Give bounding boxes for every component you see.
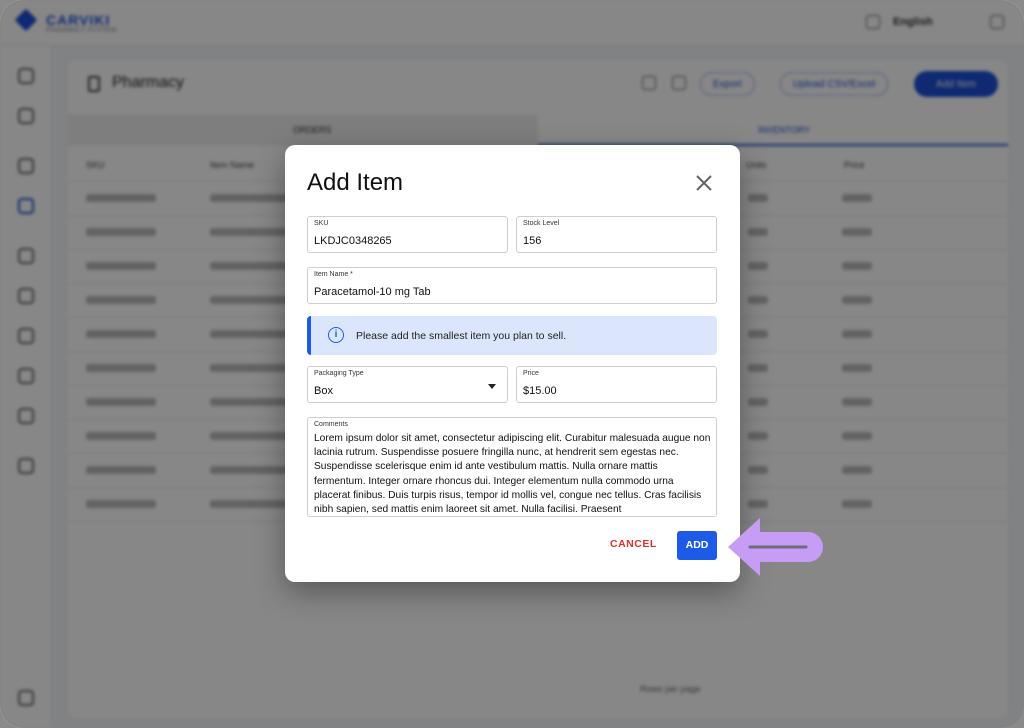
close-button[interactable]	[690, 169, 718, 197]
sku-field[interactable]: SKU LKDJC0348265	[307, 216, 508, 253]
info-message: Please add the smallest item you plan to…	[356, 330, 567, 342]
stock-level-value: 156	[523, 235, 542, 247]
packaging-type-value: Box	[314, 385, 333, 397]
add-item-dialog: Add Item SKU LKDJC0348265 Stock Level 15…	[285, 145, 740, 582]
dialog-title: Add Item	[307, 169, 404, 196]
item-name-label: Item Name *	[314, 271, 353, 278]
highlight-arrow-icon	[728, 518, 823, 576]
price-field[interactable]: Price $15.00	[516, 366, 717, 403]
packaging-type-select[interactable]: Packaging Type Box	[307, 366, 508, 403]
info-icon: i	[328, 327, 344, 343]
item-name-value: Paracetamol-10 mg Tab	[314, 286, 431, 298]
sku-value: LKDJC0348265	[314, 235, 392, 247]
add-button[interactable]: ADD	[677, 531, 717, 560]
comments-label: Comments	[314, 421, 348, 428]
price-label: Price	[523, 370, 539, 377]
app-window: CARVIKI PHARMACY SYSTEM English Pharmacy…	[0, 0, 1024, 728]
price-value: $15.00	[523, 385, 557, 397]
stock-level-label: Stock Level	[523, 220, 560, 227]
info-banner: i Please add the smallest item you plan …	[307, 316, 717, 355]
packaging-type-label: Packaging Type	[314, 370, 364, 377]
comments-field[interactable]: Comments Lorem ipsum dolor sit amet, con…	[307, 417, 717, 517]
sku-label: SKU	[314, 220, 329, 227]
cancel-button[interactable]: CANCEL	[610, 538, 657, 550]
item-name-field[interactable]: Item Name * Paracetamol-10 mg Tab	[307, 267, 717, 304]
comments-value: Lorem ipsum dolor sit amet, consectetur …	[314, 433, 711, 516]
stock-level-field[interactable]: Stock Level 156	[516, 216, 717, 253]
close-icon	[696, 175, 712, 191]
caret-down-icon[interactable]	[488, 384, 496, 389]
